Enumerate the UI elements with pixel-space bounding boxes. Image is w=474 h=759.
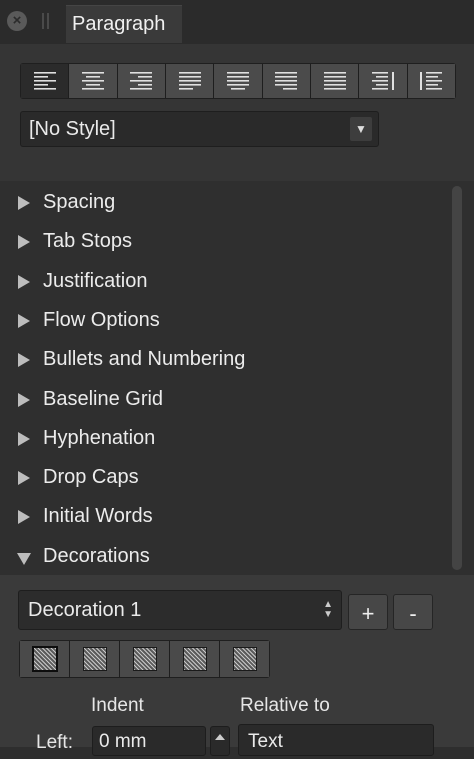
disclosure-closed-icon [18,196,30,210]
decoration-all-edges-icon [31,646,58,672]
section-label: Hyphenation [43,426,156,449]
remove-decoration-button[interactable]: - [393,594,433,630]
section-initial-words[interactable]: Initial Words [0,497,450,536]
section-drop-caps[interactable]: Drop Caps [0,458,450,497]
section-spacing[interactable]: Spacing [0,183,450,222]
disclosure-closed-icon [18,353,30,368]
disclosure-closed-icon [18,510,30,525]
relative-to-label: Relative to [240,695,330,716]
close-icon[interactable]: × [7,11,27,31]
paragraph-style-select[interactable]: [No Style] ▼ [20,111,379,147]
justify-center-icon [226,72,249,90]
align-right-icon [130,72,153,90]
left-indent-label: Left: [36,732,73,753]
grip-icon[interactable] [42,13,50,29]
section-list: Spacing Tab Stops Justification Flow Option… [0,181,474,575]
section-bullets-and-numbering[interactable]: Bullets and Numbering [0,340,450,379]
section-flow-options[interactable]: Flow Options [0,301,450,340]
justify-center-button[interactable] [214,64,263,98]
decoration-bottom-edge-button[interactable] [120,641,170,677]
align-left-button[interactable] [21,64,70,98]
decoration-right-edge-icon [232,647,257,671]
decoration-select-value: Decoration 1 [28,599,142,621]
decoration-left-edge-button[interactable] [170,641,220,677]
align-left-icon [33,72,56,90]
align-towards-spine-button[interactable] [359,64,408,98]
paragraph-style-value: [No Style] [29,118,116,140]
decoration-select[interactable]: Decoration 1 ▲ ▼ [18,590,342,630]
align-center-button[interactable] [69,64,118,98]
align-towards-spine-icon [371,72,394,90]
align-away-from-spine-icon [420,72,443,90]
disclosure-closed-icon [18,313,30,328]
section-label: Drop Caps [43,466,139,489]
scrollbar-thumb[interactable] [452,186,462,570]
align-right-button[interactable] [117,64,166,98]
section-label: Bullets and Numbering [43,348,246,371]
disclosure-open-icon [17,552,31,565]
justify-all-icon [323,72,346,90]
disclosure-closed-icon [18,471,30,486]
decoration-top-edge-button[interactable] [70,641,120,677]
disclosure-closed-icon [18,392,30,407]
disclosure-closed-icon [18,274,30,289]
add-decoration-button[interactable]: + [348,594,388,630]
scrollbar[interactable] [452,186,462,570]
section-label: Justification [43,269,148,292]
section-label: Tab Stops [43,230,132,253]
justify-all-button[interactable] [310,64,360,98]
decoration-top-edge-icon [82,647,107,671]
decoration-all-edges-button[interactable] [20,641,70,677]
justify-right-icon [275,72,298,90]
align-center-icon [81,72,104,90]
section-label: Baseline Grid [43,387,164,410]
alignment-toolbar [20,63,456,99]
section-label: Spacing [43,191,116,213]
section-justification[interactable]: Justification [0,262,450,301]
section-baseline-grid[interactable]: Baseline Grid [0,380,450,419]
indent-label: Indent [91,695,144,716]
justify-left-icon [178,72,201,90]
paragraph-panel: × Paragraph [No Style] ▼ Spacing Tab Stop… [0,0,474,756]
disclosure-closed-icon [18,235,30,250]
tab-paragraph[interactable]: Paragraph [66,5,182,43]
decoration-bottom-edge-icon [132,647,157,671]
decoration-left-edge-icon [182,647,207,671]
updown-arrows-icon: ▲ ▼ [323,599,333,620]
section-label: Decorations [43,544,150,567]
section-label: Initial Words [43,505,153,528]
align-away-from-spine-button[interactable] [407,64,455,98]
section-label: Flow Options [43,308,160,331]
chevron-down-icon[interactable]: ▼ [350,117,372,141]
section-decorations[interactable]: Decorations [0,537,450,576]
justify-right-button[interactable] [262,64,311,98]
section-tab-stops[interactable]: Tab Stops [0,222,450,261]
section-hyphenation[interactable]: Hyphenation [0,419,450,458]
left-indent-input[interactable]: 0 mm [92,726,206,756]
decoration-edge-toolbar [19,640,270,678]
decoration-right-edge-button[interactable] [220,641,269,677]
justify-left-button[interactable] [165,64,215,98]
disclosure-closed-icon [18,431,30,446]
relative-to-select[interactable]: Text [238,724,434,756]
panel-tab-bar: × Paragraph [0,0,474,44]
left-indent-stepper[interactable] [210,726,230,756]
